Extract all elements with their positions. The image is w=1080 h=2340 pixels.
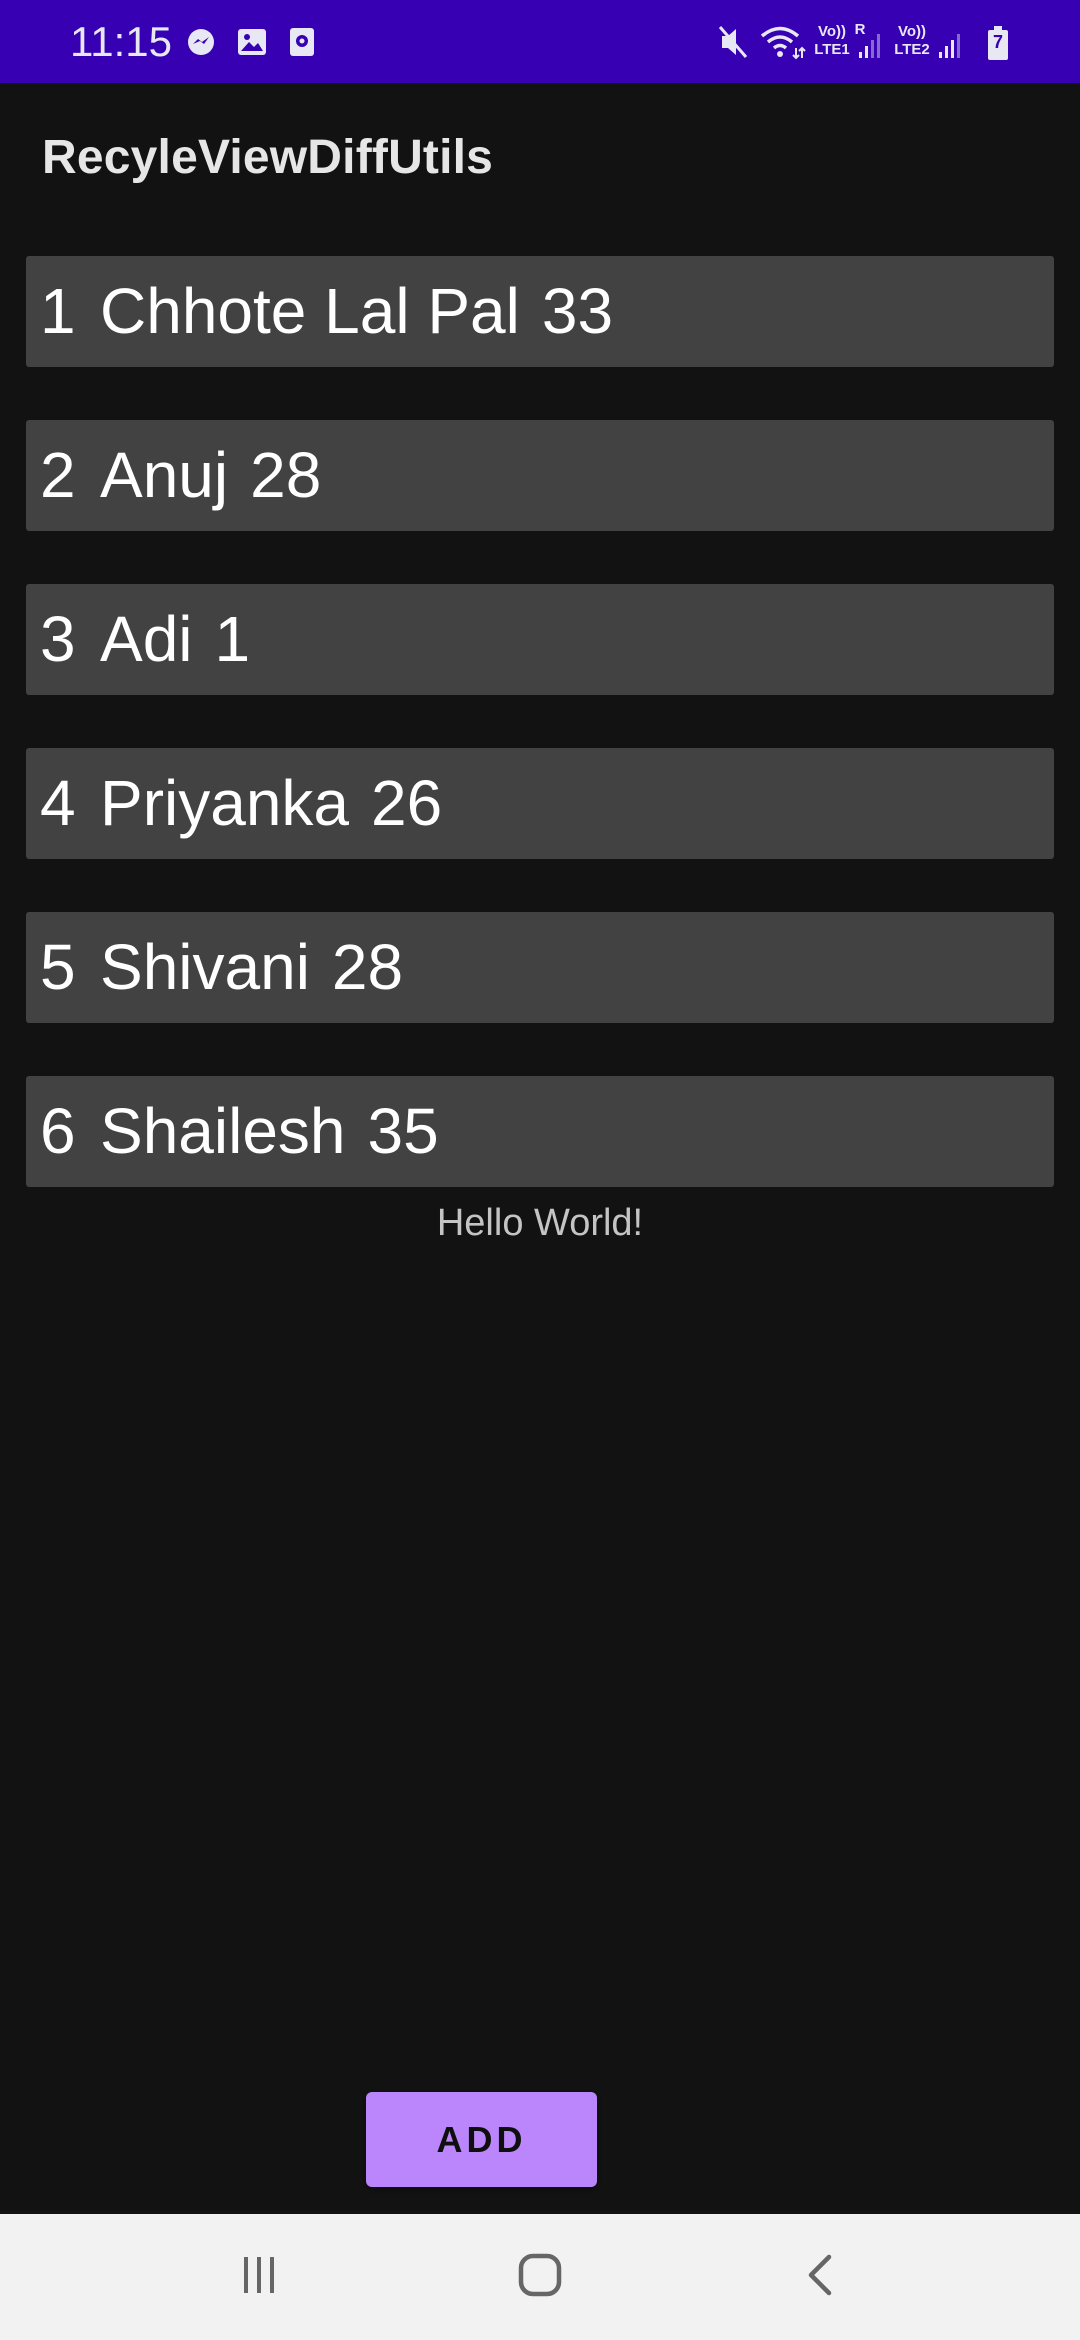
- list-item[interactable]: 4 Priyanka 26: [26, 748, 1054, 859]
- item-name: Priyanka: [100, 767, 349, 839]
- sim2-volte-label: Vo)): [897, 23, 927, 40]
- home-icon: [516, 2251, 564, 2304]
- item-id: 4: [40, 767, 76, 839]
- status-time: 11:15: [70, 18, 172, 65]
- item-name: Shailesh: [100, 1095, 346, 1167]
- item-id: 6: [40, 1095, 76, 1167]
- item-age: 1: [214, 603, 251, 675]
- sim1-volte-label: Vo)): [817, 23, 847, 40]
- list-item[interactable]: 3 Adi 1: [26, 584, 1054, 695]
- home-button[interactable]: [480, 2232, 600, 2322]
- screen: 11:15 Vo)) LTE1 R Vo)) LTE2 7 RecyleView…: [0, 0, 1080, 2340]
- item-age: 28: [331, 931, 404, 1003]
- list-item[interactable]: 6 Shailesh 35: [26, 1076, 1054, 1187]
- item-name: Shivani: [100, 931, 310, 1003]
- item-age: 33: [541, 275, 614, 347]
- item-age: 26: [371, 767, 443, 839]
- recent-apps-icon: [237, 2253, 281, 2302]
- sim1-lte-label: LTE1: [814, 41, 850, 58]
- back-icon: [799, 2251, 843, 2304]
- item-name: Chhote Lal Pal: [100, 275, 520, 347]
- item-age: 28: [250, 439, 322, 511]
- signal-sim1-icon: [856, 18, 886, 66]
- sim2-lte-label: LTE2: [894, 41, 930, 58]
- item-id: 3: [40, 603, 76, 675]
- navigation-bar: [0, 2214, 1080, 2340]
- status-bar: 11:15 Vo)) LTE1 R Vo)) LTE2 7: [0, 0, 1080, 83]
- list-item[interactable]: 1 Chhote Lal Pal 33: [26, 256, 1054, 367]
- hello-world-text: Hello World!: [436, 1202, 644, 1244]
- list-item[interactable]: 2 Anuj 28: [26, 420, 1054, 531]
- mute-icon: [716, 18, 750, 66]
- item-age: 35: [367, 1095, 439, 1167]
- screen-recorder-icon: [286, 26, 318, 58]
- app-title: RecyleViewDiffUtils: [42, 131, 494, 184]
- add-button[interactable]: ADD: [366, 2092, 597, 2187]
- wifi-icon: [758, 18, 806, 66]
- item-name: Adi: [100, 603, 193, 675]
- item-name: Anuj: [100, 439, 229, 511]
- messenger-icon: [185, 26, 217, 58]
- battery-level: 7: [992, 32, 1003, 52]
- item-id: 1: [40, 275, 76, 347]
- list-item[interactable]: 5 Shivani 28: [26, 912, 1054, 1023]
- item-id: 5: [40, 931, 76, 1003]
- signal-sim2-icon: [936, 18, 966, 66]
- item-id: 2: [40, 439, 76, 511]
- gallery-icon: [236, 26, 268, 58]
- recent-apps-button[interactable]: [199, 2232, 319, 2322]
- back-button[interactable]: [761, 2232, 881, 2322]
